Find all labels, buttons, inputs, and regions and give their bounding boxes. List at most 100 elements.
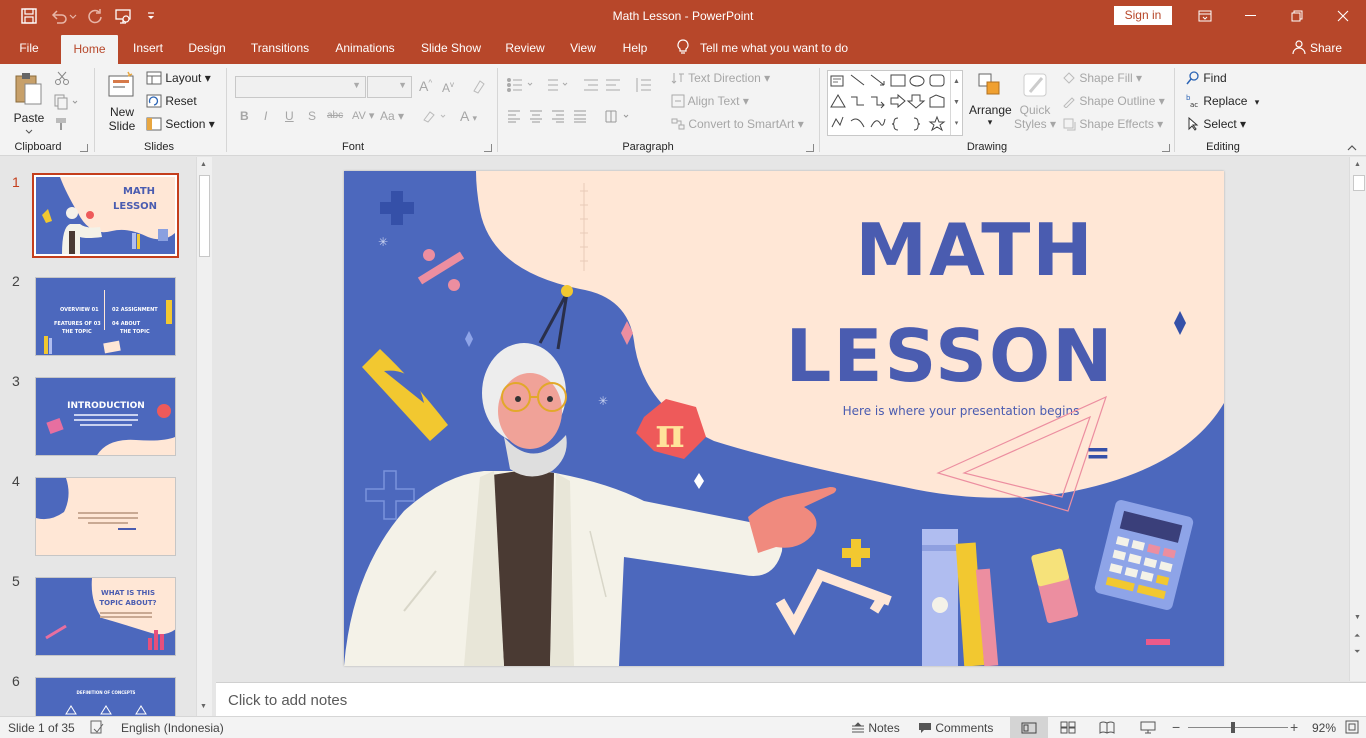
replace-button[interactable]: b ac Replace ▾ <box>1186 94 1259 109</box>
quick-styles-button[interactable]: Quick Styles ▾ <box>1014 70 1056 131</box>
copy-icon[interactable] <box>54 94 80 110</box>
redo-icon[interactable] <box>86 7 104 25</box>
change-case-button[interactable]: Aa ▾ <box>380 109 404 123</box>
paste-button[interactable]: Paste <box>12 70 46 134</box>
undo-dropdown-icon[interactable] <box>68 7 78 25</box>
tab-review[interactable]: Review <box>498 32 552 64</box>
alignment-buttons-icon[interactable] <box>506 108 636 124</box>
tab-file[interactable]: File <box>8 32 50 64</box>
paragraph-launcher[interactable] <box>806 144 814 152</box>
slide-sorter-icon[interactable] <box>1060 721 1076 734</box>
list-buttons-icon[interactable] <box>506 76 656 94</box>
scroll-up-icon[interactable]: ▲ <box>1354 161 1361 168</box>
tab-animations[interactable]: Animations <box>326 32 404 64</box>
notes-toggle[interactable]: Notes <box>851 721 900 735</box>
layout-button[interactable]: Layout ▾ <box>146 71 211 85</box>
new-slide-button[interactable]: New Slide <box>102 70 142 138</box>
shape-effects-button[interactable]: Shape Effects ▾ <box>1062 117 1163 131</box>
strikethrough-button[interactable]: abc <box>327 110 343 121</box>
notes-placeholder[interactable]: Click to add notes <box>228 692 347 709</box>
section-button[interactable]: Section ▾ <box>146 117 215 131</box>
zoom-in-button[interactable]: + <box>1290 719 1298 735</box>
clear-formatting-icon[interactable] <box>470 78 486 94</box>
font-launcher[interactable] <box>484 144 492 152</box>
slide-title-math[interactable]: MATH <box>855 208 1094 292</box>
align-text-button[interactable]: Align Text ▾ <box>671 94 749 108</box>
tab-help[interactable]: Help <box>614 32 656 64</box>
minimize-button[interactable] <box>1228 0 1274 32</box>
zoom-level[interactable]: 92% <box>1312 721 1336 735</box>
italic-button[interactable]: I <box>264 109 267 123</box>
thumbnail-scrollbar[interactable]: ▲ ▼ <box>196 157 212 716</box>
shapes-gallery[interactable]: ▲ ▼ ▾ <box>827 70 963 136</box>
comments-toggle[interactable]: Comments <box>918 721 993 735</box>
slide-thumbnail-2[interactable]: OVERVIEW 01 02 ASSIGNMENT FEATURES OF 03… <box>35 277 176 356</box>
text-shadow-button[interactable]: S <box>308 109 316 123</box>
share-button[interactable]: Share <box>1292 32 1342 64</box>
gallery-scroll[interactable]: ▲ ▼ ▾ <box>950 71 962 135</box>
start-from-beginning-icon[interactable] <box>114 7 132 25</box>
find-button[interactable]: Find <box>1186 71 1227 85</box>
slide-thumbnail-1[interactable]: MATH LESSON <box>32 173 179 258</box>
slide-thumbnail-3[interactable]: INTRODUCTION <box>35 377 176 456</box>
tab-design[interactable]: Design <box>180 32 234 64</box>
convert-smartart-button[interactable]: Convert to SmartArt ▾ <box>671 117 804 131</box>
tab-transitions[interactable]: Transitions <box>242 32 318 64</box>
slide-subtitle[interactable]: Here is where your presentation begins <box>843 404 1080 418</box>
ribbon-display-options-button[interactable] <box>1182 0 1228 32</box>
slide-show-icon[interactable] <box>1140 721 1156 734</box>
tab-insert[interactable]: Insert <box>124 32 172 64</box>
zoom-slider-track[interactable] <box>1188 727 1288 728</box>
slide-thumbnail-5[interactable]: WHAT IS THIS TOPIC ABOUT? <box>35 577 176 656</box>
bold-button[interactable]: B <box>240 109 249 123</box>
tab-view[interactable]: View <box>562 32 604 64</box>
underline-button[interactable]: U <box>285 109 294 123</box>
text-direction-button[interactable]: Text Direction ▾ <box>671 71 770 85</box>
reading-view-icon[interactable] <box>1099 721 1115 734</box>
scroll-up-icon[interactable]: ▲ <box>200 161 207 168</box>
current-slide[interactable]: MATH LESSON Here is where your presentat… <box>344 171 1224 666</box>
sign-in-button[interactable]: Sign in <box>1114 6 1172 25</box>
previous-slide-icon[interactable]: ⏶ <box>1354 631 1360 641</box>
select-button[interactable]: Select ▾ <box>1186 116 1246 131</box>
tab-home[interactable]: Home <box>61 35 118 64</box>
increase-font-icon[interactable]: A^ <box>419 78 432 94</box>
zoom-out-button[interactable]: − <box>1172 719 1180 735</box>
clipboard-launcher[interactable] <box>80 144 88 152</box>
language-indicator[interactable]: English (Indonesia) <box>121 721 224 735</box>
next-slide-icon[interactable]: ⏷ <box>1354 647 1360 657</box>
highlight-color-icon[interactable] <box>422 108 448 124</box>
shape-outline-button[interactable]: Shape Outline ▾ <box>1062 94 1165 109</box>
customize-toolbar-icon[interactable] <box>146 7 156 25</box>
cut-icon[interactable] <box>54 70 70 86</box>
slide-thumbnail-4[interactable] <box>35 477 176 556</box>
font-size-combo[interactable]: ▼ <box>367 76 412 98</box>
slide-scrollbar[interactable]: ▲ ▼ ⏶ ⏷ <box>1349 157 1366 681</box>
drawing-launcher[interactable] <box>1162 144 1170 152</box>
arrange-button[interactable]: Arrange ▾ <box>969 70 1012 128</box>
tell-me-search[interactable]: Tell me what you want to do <box>676 32 848 64</box>
format-painter-icon[interactable] <box>54 116 70 132</box>
decrease-font-icon[interactable]: Av <box>442 80 454 95</box>
font-name-combo[interactable]: ▼ <box>235 76 366 98</box>
notes-pane[interactable]: Click to add notes <box>216 682 1366 716</box>
slide-scroll-thumb[interactable] <box>1353 175 1365 191</box>
undo-icon[interactable] <box>50 7 68 25</box>
slide-count[interactable]: Slide 1 of 35 <box>8 721 75 735</box>
spell-check-icon[interactable] <box>90 720 104 734</box>
slide-title-lesson[interactable]: LESSON <box>785 314 1114 398</box>
tab-slide-show[interactable]: Slide Show <box>414 32 488 64</box>
collapse-ribbon-icon[interactable] <box>1346 144 1358 152</box>
shape-fill-button[interactable]: Shape Fill ▾ <box>1062 71 1142 85</box>
restore-button[interactable] <box>1274 0 1320 32</box>
thumbnail-scroll-thumb[interactable] <box>199 175 210 257</box>
reset-button[interactable]: Reset <box>146 94 197 108</box>
slide-thumbnail-6[interactable]: DEFINITION OF CONCEPTS <box>35 677 176 716</box>
close-button[interactable] <box>1320 0 1366 32</box>
font-color-button[interactable]: A ▾ <box>460 108 477 124</box>
fit-to-window-icon[interactable] <box>1345 720 1359 734</box>
normal-view-button[interactable] <box>1010 717 1048 738</box>
character-spacing-button[interactable]: AV ▾ <box>352 109 374 122</box>
save-icon[interactable] <box>20 7 38 25</box>
scroll-down-icon[interactable]: ▼ <box>200 703 207 710</box>
